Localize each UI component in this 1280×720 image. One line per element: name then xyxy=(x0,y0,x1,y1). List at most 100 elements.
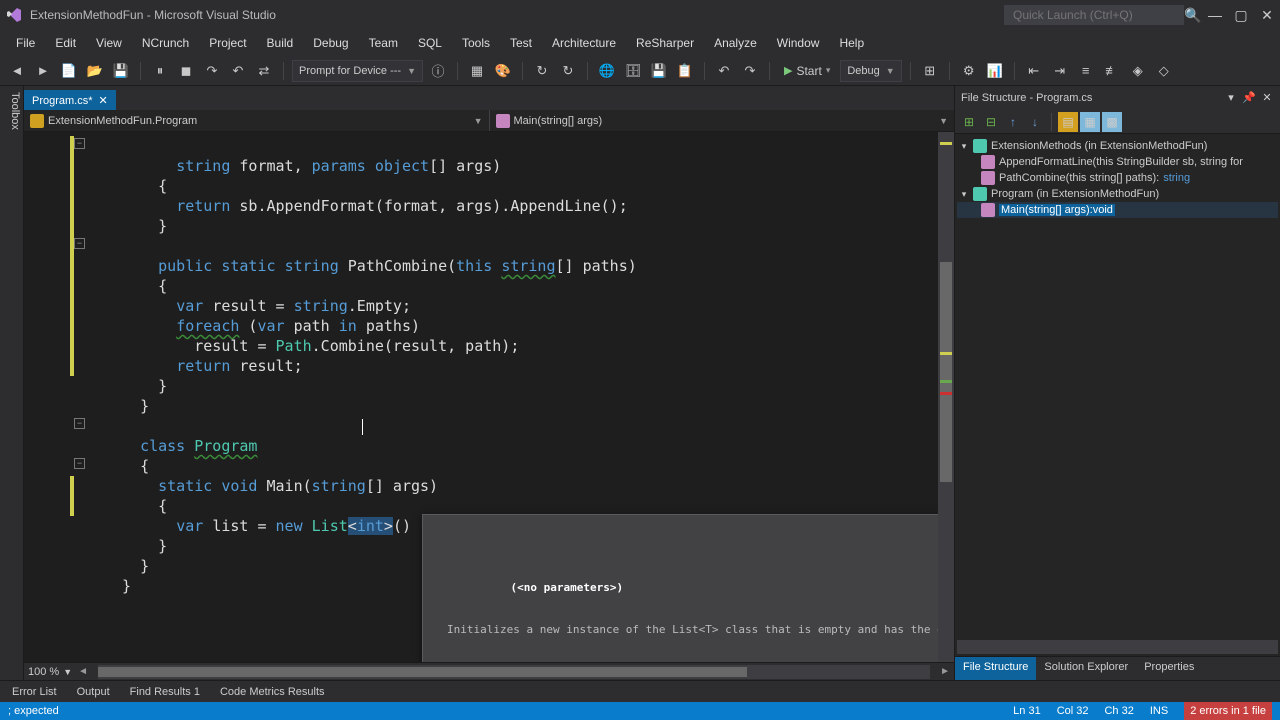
filter-icon[interactable]: ▤ xyxy=(1058,112,1078,132)
new-project-icon[interactable]: 📄 xyxy=(58,60,80,82)
zoom-select[interactable]: 100 %▼ xyxy=(28,666,72,678)
scroll-right-icon[interactable]: ► xyxy=(940,666,950,677)
menu-resharper[interactable]: ReSharper xyxy=(626,32,704,54)
tab-solution-explorer[interactable]: Solution Explorer xyxy=(1036,657,1136,680)
code-editor[interactable]: string format, params object[] args) { r… xyxy=(92,132,938,662)
save-icon[interactable]: 💾 xyxy=(110,60,132,82)
tree-item-class[interactable]: ▾ Program (in ExtensionMethodFun) xyxy=(957,186,1278,202)
save-all-icon[interactable]: 💾 xyxy=(648,60,670,82)
menu-sql[interactable]: SQL xyxy=(408,32,452,54)
menu-window[interactable]: Window xyxy=(767,32,830,54)
menu-test[interactable]: Test xyxy=(500,32,542,54)
indent-icon[interactable]: ⇤ xyxy=(1023,60,1045,82)
param-overload[interactable]: (<no parameters>) Initializes a new inst… xyxy=(423,555,938,662)
stop-icon[interactable]: ◼ xyxy=(175,60,197,82)
tree-item-method[interactable]: Main(string[] args):void xyxy=(957,202,1278,218)
tab-file-structure[interactable]: File Structure xyxy=(955,657,1036,680)
uncomment-icon[interactable]: ≢ xyxy=(1101,60,1123,82)
collapse-icon[interactable]: ⊟ xyxy=(981,112,1001,132)
menu-help[interactable]: Help xyxy=(829,32,874,54)
menu-debug[interactable]: Debug xyxy=(303,32,358,54)
nav-fwd-icon[interactable]: ► xyxy=(32,60,54,82)
tab-error-list[interactable]: Error List xyxy=(2,683,67,701)
browser-icon[interactable]: 🌐 xyxy=(596,60,618,82)
sort-icon[interactable]: ▦ xyxy=(1080,112,1100,132)
doc-icon[interactable]: 📋 xyxy=(674,60,696,82)
maximize-button[interactable]: ▢ xyxy=(1234,8,1248,22)
pin-icon[interactable]: 📌 xyxy=(1242,91,1256,105)
menu-team[interactable]: Team xyxy=(359,32,408,54)
pause-icon[interactable]: ⏸ xyxy=(149,60,171,82)
fold-toggle[interactable]: − xyxy=(74,138,85,149)
title-bar: ExtensionMethodFun - Microsoft Visual St… xyxy=(0,0,1280,30)
close-tab-icon[interactable]: ✕ xyxy=(99,94,108,107)
down-icon[interactable]: ↓ xyxy=(1025,112,1045,132)
tree-item-method[interactable]: PathCombine(this string[] paths):string xyxy=(957,170,1278,186)
comment-icon[interactable]: ≡ xyxy=(1075,60,1097,82)
minimize-button[interactable]: — xyxy=(1208,8,1222,22)
menu-analyze[interactable]: Analyze xyxy=(704,32,767,54)
tab-code-metrics[interactable]: Code Metrics Results xyxy=(210,683,335,701)
info-icon[interactable]: ⓘ xyxy=(427,60,449,82)
undo-icon[interactable]: ↶ xyxy=(713,60,735,82)
menu-edit[interactable]: Edit xyxy=(45,32,86,54)
nav-member-dropdown[interactable]: Main(string[] args) ▼ xyxy=(490,110,955,131)
menu-ncrunch[interactable]: NCrunch xyxy=(132,32,199,54)
toolbox-tab[interactable]: Toolbox xyxy=(0,86,24,680)
return-type: string xyxy=(1163,172,1190,184)
layout-icon[interactable]: ⊞ xyxy=(919,60,941,82)
expand-toggle[interactable]: ▾ xyxy=(959,141,969,152)
tab-find-results[interactable]: Find Results 1 xyxy=(120,683,210,701)
start-button[interactable]: ▶Start▾ xyxy=(778,62,836,80)
step-icon[interactable]: ↷ xyxy=(201,60,223,82)
menu-architecture[interactable]: Architecture xyxy=(542,32,626,54)
paint-icon[interactable]: 🎨 xyxy=(492,60,514,82)
quick-launch-input[interactable] xyxy=(1004,5,1184,25)
db-icon[interactable]: 🗄 xyxy=(622,60,644,82)
toggle-icon[interactable]: ⇄ xyxy=(253,60,275,82)
menu-build[interactable]: Build xyxy=(257,32,304,54)
tab-output[interactable]: Output xyxy=(67,683,120,701)
tree-item-method[interactable]: AppendFormatLine(this StringBuilder sb, … xyxy=(957,154,1278,170)
bookmark-icon[interactable]: ◈ xyxy=(1127,60,1149,82)
tree-item-class[interactable]: ▾ ExtensionMethods (in ExtensionMethodFu… xyxy=(957,138,1278,154)
step-icon[interactable]: ↶ xyxy=(227,60,249,82)
refresh-icon[interactable]: ↻ xyxy=(557,60,579,82)
close-panel-icon[interactable]: ✕ xyxy=(1260,91,1274,105)
document-tab[interactable]: Program.cs* ✕ xyxy=(24,90,116,110)
fold-toggle[interactable]: − xyxy=(74,418,85,429)
menu-file[interactable]: File xyxy=(6,32,45,54)
class-icon xyxy=(973,139,987,153)
view-icon[interactable]: ▩ xyxy=(1102,112,1122,132)
vertical-scrollbar[interactable] xyxy=(938,132,954,662)
outdent-icon[interactable]: ⇥ xyxy=(1049,60,1071,82)
panel-title: File Structure - Program.cs xyxy=(961,92,1092,104)
expand-icon[interactable]: ⊞ xyxy=(959,112,979,132)
fold-toggle[interactable]: − xyxy=(74,458,85,469)
panel-hscroll[interactable] xyxy=(957,640,1278,654)
refresh-icon[interactable]: ↻ xyxy=(531,60,553,82)
menu-tools[interactable]: Tools xyxy=(452,32,500,54)
device-select[interactable]: Prompt for Device ---▼ xyxy=(292,60,423,82)
expand-toggle[interactable]: ▾ xyxy=(959,189,969,200)
status-errors[interactable]: 2 errors in 1 file xyxy=(1184,702,1272,720)
config-select[interactable]: Debug▼ xyxy=(840,60,901,82)
nav-type-dropdown[interactable]: ExtensionMethodFun.Program ▼ xyxy=(24,110,490,131)
misc-icon[interactable]: ⚙ xyxy=(958,60,980,82)
scroll-left-icon[interactable]: ◄ xyxy=(78,666,88,677)
misc-icon[interactable]: 📊 xyxy=(984,60,1006,82)
horizontal-scrollbar[interactable] xyxy=(98,665,930,679)
grid-icon[interactable]: ▦ xyxy=(466,60,488,82)
tab-properties[interactable]: Properties xyxy=(1136,657,1202,680)
menu-project[interactable]: Project xyxy=(199,32,256,54)
up-icon[interactable]: ↑ xyxy=(1003,112,1023,132)
panel-menu-icon[interactable]: ▾ xyxy=(1224,91,1238,105)
redo-icon[interactable]: ↷ xyxy=(739,60,761,82)
search-icon[interactable]: 🔍 xyxy=(1184,8,1198,22)
open-icon[interactable]: 📂 xyxy=(84,60,106,82)
fold-toggle[interactable]: − xyxy=(74,238,85,249)
nav-back-icon[interactable]: ◄ xyxy=(6,60,28,82)
bookmark-icon[interactable]: ◇ xyxy=(1153,60,1175,82)
menu-view[interactable]: View xyxy=(86,32,132,54)
close-button[interactable]: ✕ xyxy=(1260,8,1274,22)
